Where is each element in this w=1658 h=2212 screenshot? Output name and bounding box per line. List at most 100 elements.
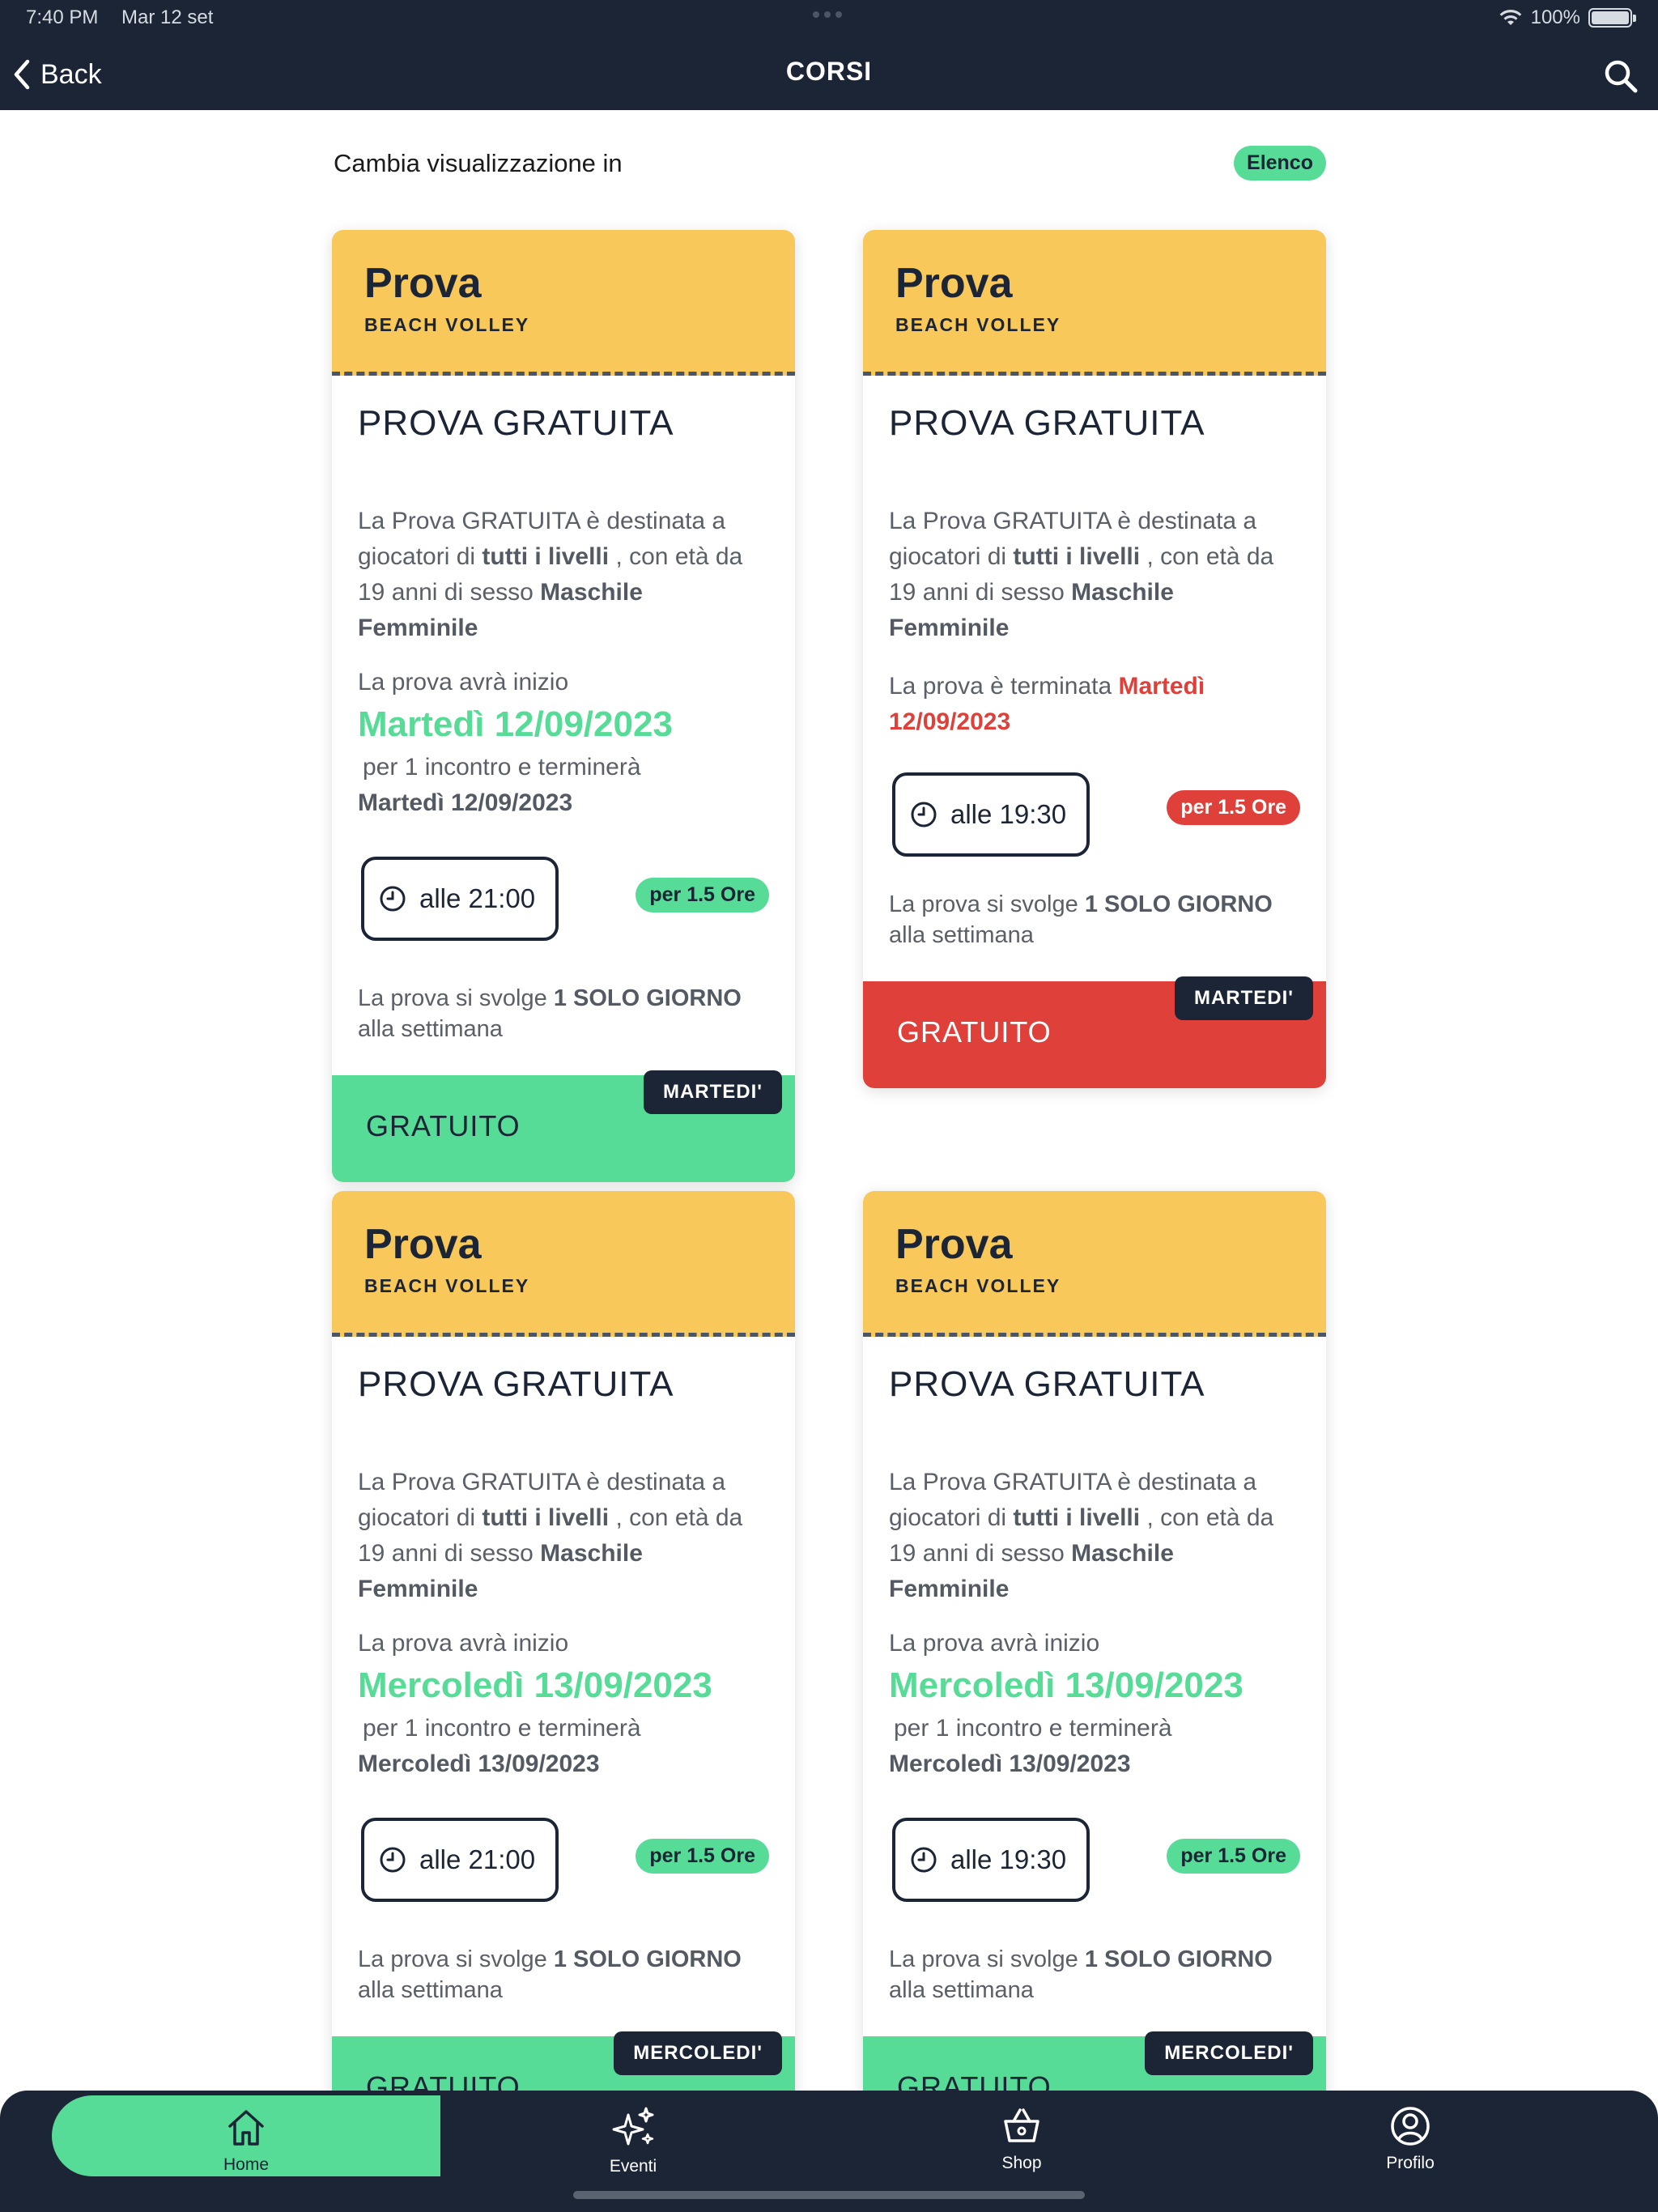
tab-label: Shop: [1001, 2154, 1042, 2172]
card-type: Prova: [895, 1221, 1013, 1268]
battery-icon: [1588, 8, 1636, 28]
start-label: La prova avrà inizio: [889, 1630, 1100, 1657]
card-body: PROVA GRATUITA La Prova GRATUITA è desti…: [332, 376, 795, 1044]
view-switch-badge[interactable]: Elenco: [1234, 146, 1326, 181]
frequency-text: La prova si svolge 1 SOLO GIORNO alla set…: [358, 985, 742, 1042]
clock-icon: [911, 802, 937, 827]
card-footer: GRATUITO MARTEDI': [863, 976, 1326, 1088]
duration-badge: per 1.5 Ore: [636, 878, 769, 912]
time-label: alle 21:00: [419, 1844, 536, 1874]
card-footer: GRATUITO MARTEDI': [332, 1070, 795, 1182]
view-switch-row: Cambia visualizzazione in Elenco: [334, 144, 1326, 183]
card-type: Prova: [895, 260, 1013, 307]
time-row: alle 19:30 per 1.5 Ore: [889, 772, 1300, 857]
frequency-text: La prova si svolge 1 SOLO GIORNO alla set…: [889, 1946, 1273, 2003]
frequency-text: La prova si svolge 1 SOLO GIORNO alla set…: [889, 891, 1273, 948]
start-label: La prova avrà inizio: [358, 669, 569, 696]
time-row: alle 21:00 per 1.5 Ore: [358, 1818, 769, 1902]
day-badge: MERCOLEDI': [1145, 2031, 1313, 2075]
time-row: alle 19:30 per 1.5 Ore: [889, 1818, 1300, 1902]
status-right: 100%: [1499, 6, 1636, 29]
user-circle-icon: [1391, 2107, 1430, 2146]
basket-icon: [1004, 2108, 1039, 2142]
status-time: 7:40 PM: [26, 6, 99, 28]
time-label: alle 21:00: [419, 883, 536, 913]
card-sport: BEACH VOLLEY: [364, 314, 530, 335]
course-card[interactable]: Prova BEACH VOLLEY PROVA GRATUITA La Pro…: [863, 1191, 1326, 2143]
card-description: La Prova GRATUITA è destinata a giocator…: [889, 1469, 1274, 1602]
status-date: Mar 12 set: [121, 6, 214, 28]
card-sport: BEACH VOLLEY: [895, 1275, 1061, 1296]
ended-text: La prova è terminata Martedì 12/09/2023: [889, 673, 1205, 735]
tab-shop[interactable]: Shop: [827, 2094, 1216, 2175]
tab-eventi[interactable]: Eventi: [439, 2094, 827, 2176]
card-type: Prova: [364, 1221, 482, 1268]
card-header: Prova BEACH VOLLEY: [863, 1191, 1326, 1337]
time-button[interactable]: alle 21:00: [361, 857, 559, 941]
duration-badge: per 1.5 Ore: [1167, 790, 1300, 825]
screen: 7:40 PM Mar 12 set 100% Back CORSI Cambi…: [0, 0, 1658, 2212]
wifi-icon: [1499, 10, 1522, 25]
card-title: PROVA GRATUITA: [358, 1364, 674, 1404]
card-type: Prova: [364, 260, 482, 307]
day-badge: MARTEDI': [1174, 976, 1313, 1020]
tab-profilo[interactable]: Profilo: [1216, 2094, 1605, 2175]
price-label: GRATUITO: [366, 1109, 521, 1142]
card-sport: BEACH VOLLEY: [895, 314, 1061, 335]
end-date: Mercoledì 13/09/2023: [889, 1750, 1131, 1777]
start-date: Martedì 12/09/2023: [358, 704, 673, 744]
time-row: alle 21:00 per 1.5 Ore: [358, 857, 769, 941]
search-button[interactable]: [1601, 57, 1640, 96]
card-header: Prova BEACH VOLLEY: [863, 230, 1326, 376]
day-badge: MARTEDI': [643, 1070, 782, 1114]
course-card[interactable]: Prova BEACH VOLLEY PROVA GRATUITA La Pro…: [332, 230, 795, 1182]
top-bar: 7:40 PM Mar 12 set 100% Back CORSI: [0, 0, 1658, 110]
day-badge: MERCOLEDI': [614, 2031, 782, 2075]
battery-percent: 100%: [1530, 6, 1580, 28]
search-icon: [1605, 60, 1638, 93]
home-indicator[interactable]: [573, 2191, 1085, 2199]
frequency-text: La prova si svolge 1 SOLO GIORNO alla set…: [358, 1946, 742, 2003]
tab-label: Profilo: [1386, 2154, 1435, 2172]
card-title: PROVA GRATUITA: [358, 403, 674, 443]
end-date: Mercoledì 13/09/2023: [358, 1750, 600, 1777]
sparkles-icon: [612, 2107, 654, 2146]
card-header: Prova BEACH VOLLEY: [332, 1191, 795, 1337]
card-body: PROVA GRATUITA La Prova GRATUITA è desti…: [863, 376, 1326, 951]
card-title: PROVA GRATUITA: [889, 403, 1205, 443]
course-card[interactable]: Prova BEACH VOLLEY PROVA GRATUITA La Pro…: [863, 230, 1326, 1088]
card-sport: BEACH VOLLEY: [364, 1275, 530, 1296]
time-label: alle 19:30: [950, 799, 1067, 829]
card-description: La Prova GRATUITA è destinata a giocator…: [889, 508, 1274, 641]
course-card[interactable]: Prova BEACH VOLLEY PROVA GRATUITA La Pro…: [332, 1191, 795, 2143]
multitask-dots[interactable]: [813, 11, 845, 18]
after-date-text: per 1 incontro e terminerà: [363, 1715, 641, 1742]
duration-badge: per 1.5 Ore: [636, 1839, 769, 1874]
view-switch-label: Cambia visualizzazione in: [334, 149, 623, 177]
card-description: La Prova GRATUITA è destinata a giocator…: [358, 1469, 743, 1602]
card-header: Prova BEACH VOLLEY: [332, 230, 795, 376]
status-bar: 7:40 PM Mar 12 set 100%: [26, 6, 1636, 32]
clock-icon: [911, 1847, 937, 1873]
time-button[interactable]: alle 19:30: [892, 772, 1090, 857]
after-date-text: per 1 incontro e terminerà: [894, 1715, 1172, 1742]
tab-label: Home: [223, 2155, 270, 2174]
after-date-text: per 1 incontro e terminerà: [363, 754, 641, 781]
time-button[interactable]: alle 19:30: [892, 1818, 1090, 1902]
price-label: GRATUITO: [897, 1015, 1052, 1049]
card-body: PROVA GRATUITA La Prova GRATUITA è desti…: [863, 1337, 1326, 2006]
start-date: Mercoledì 13/09/2023: [889, 1665, 1244, 1705]
tab-home[interactable]: Home: [52, 2095, 440, 2176]
card-description: La Prova GRATUITA è destinata a giocator…: [358, 508, 743, 641]
home-icon: [228, 2110, 264, 2146]
card-body: PROVA GRATUITA La Prova GRATUITA è desti…: [332, 1337, 795, 2006]
time-button[interactable]: alle 21:00: [361, 1818, 559, 1902]
start-label: La prova avrà inizio: [358, 1630, 569, 1657]
clock-icon: [380, 1847, 406, 1873]
start-date: Mercoledì 13/09/2023: [358, 1665, 712, 1705]
page-title: CORSI: [785, 57, 873, 86]
card-title: PROVA GRATUITA: [889, 1364, 1205, 1404]
clock-icon: [380, 886, 406, 912]
end-date: Martedì 12/09/2023: [358, 789, 573, 816]
time-label: alle 19:30: [950, 1844, 1067, 1874]
